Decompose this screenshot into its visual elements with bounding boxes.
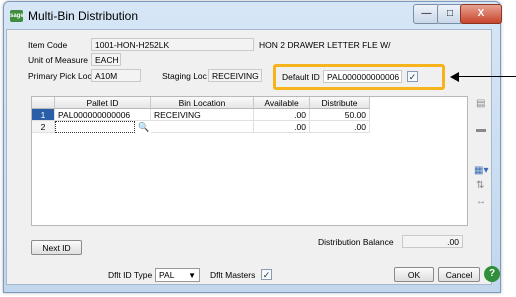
available-cell: .00	[254, 121, 310, 133]
dflt-id-type-label: Dflt ID Type	[108, 270, 153, 280]
row-number-header	[32, 97, 55, 109]
row-number[interactable]: 2	[32, 121, 55, 133]
next-id-button[interactable]: Next ID	[31, 240, 82, 255]
primary-pick-loc-field: A10M	[91, 69, 141, 82]
bin-location-cell[interactable]: RECEIVING	[151, 109, 254, 121]
item-description: HON 2 DRAWER LETTER FLE W/	[259, 40, 391, 50]
uom-field: EACH	[91, 53, 121, 66]
staging-loc-label: Staging Loc	[162, 71, 207, 81]
delete-row-icon[interactable]: ▬	[476, 124, 486, 135]
item-code-label: Item Code	[28, 40, 68, 50]
close-button[interactable]: X	[460, 4, 502, 24]
grid-settings-icon[interactable]: ▦▾	[474, 165, 488, 176]
dflt-id-type-select[interactable]: PAL ▼	[155, 268, 200, 282]
staging-loc-field: RECEIVING	[208, 69, 262, 82]
distribute-cell[interactable]: .00	[310, 121, 370, 133]
distribution-balance-field: .00	[402, 235, 463, 248]
annotation-arrow-line	[458, 76, 516, 77]
minimize-button[interactable]: —	[413, 4, 440, 24]
annotation-arrow-head	[450, 72, 459, 82]
grid-options-icon[interactable]: ▤	[476, 98, 485, 109]
ok-button[interactable]: OK	[394, 267, 434, 282]
dflt-masters-label: Dflt Masters	[210, 270, 256, 280]
lookup-magnifier-icon[interactable]: 🔍	[137, 121, 151, 133]
column-header-distribute[interactable]: Distribute	[310, 97, 370, 109]
dflt-id-type-value: PAL	[159, 270, 175, 280]
distribute-cell[interactable]: 50.00	[310, 109, 370, 121]
pallet-id-cell[interactable]: PAL000000000006	[55, 109, 151, 121]
column-header-available[interactable]: Available	[254, 97, 310, 109]
bin-location-cell[interactable]	[151, 121, 254, 133]
primary-pick-loc-label: Primary Pick Loc	[28, 71, 92, 81]
column-header-bin-location[interactable]: Bin Location	[151, 97, 254, 109]
dflt-masters-checkbox[interactable]: ✓	[261, 269, 272, 280]
window-title: Multi-Bin Distribution	[28, 9, 139, 23]
chevron-down-icon: ▼	[188, 271, 196, 280]
column-header-pallet-id[interactable]: Pallet ID	[55, 97, 151, 109]
available-cell: .00	[254, 109, 310, 121]
uom-label: Unit of Measure	[28, 55, 88, 65]
default-id-highlight-box	[273, 64, 445, 90]
title-bar[interactable]: sage Multi-Bin Distribution — □ X	[4, 2, 502, 30]
cancel-button[interactable]: Cancel	[438, 267, 480, 282]
item-code-field: 1001-HON-H252LK	[91, 38, 254, 51]
sage-app-icon: sage	[10, 10, 24, 22]
distribution-grid[interactable]: Pallet ID Bin Location Available Distrib…	[31, 96, 468, 226]
resize-columns-icon[interactable]: ↔	[476, 196, 486, 207]
pallet-id-cell[interactable]	[55, 121, 135, 133]
row-number[interactable]: 1	[32, 109, 55, 121]
sort-icon[interactable]: ⇅	[476, 180, 484, 191]
distribution-balance-label: Distribution Balance	[318, 237, 394, 247]
help-icon[interactable]: ?	[484, 266, 500, 282]
